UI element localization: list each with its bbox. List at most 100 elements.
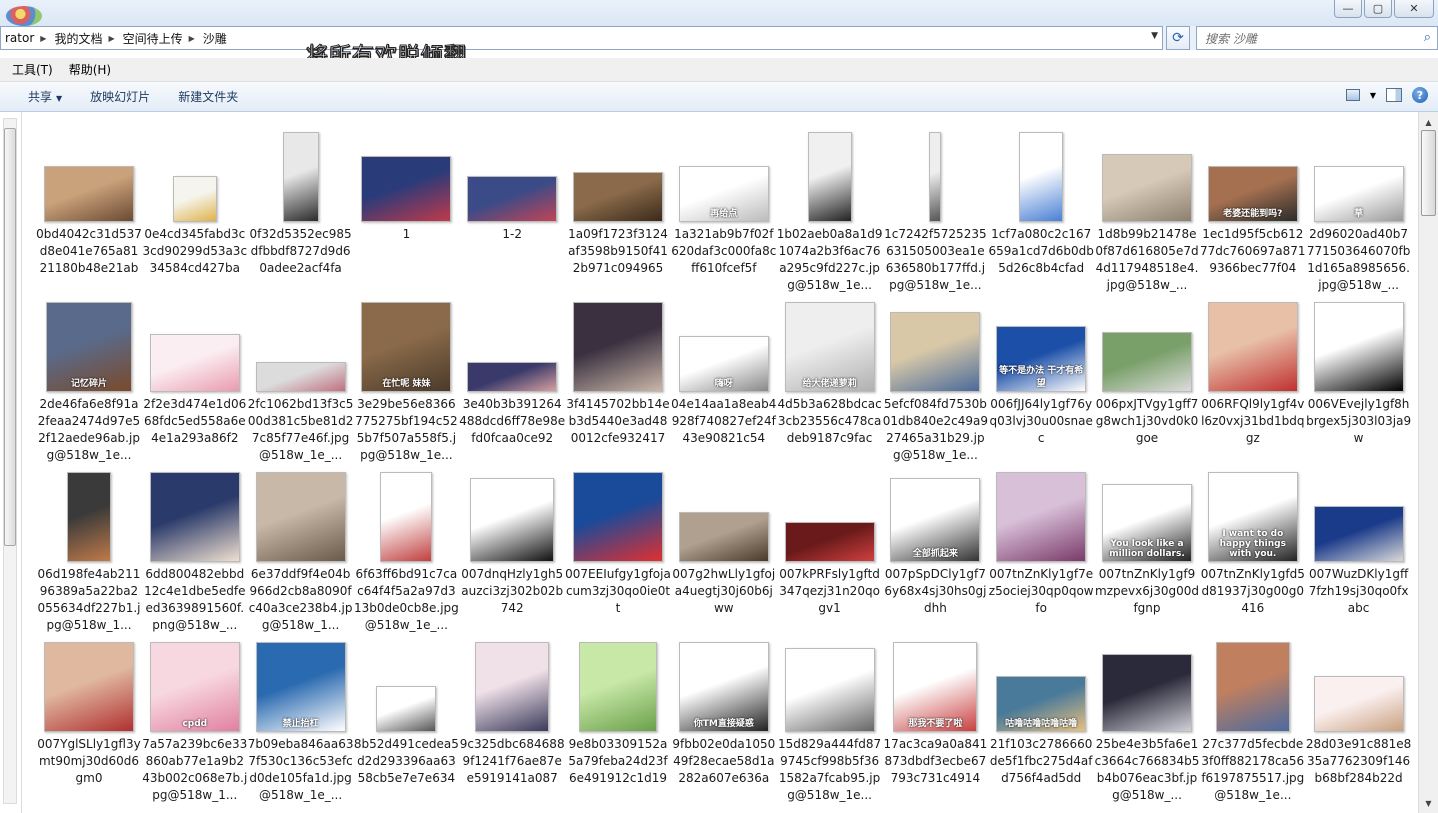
file-thumbnail (282, 132, 319, 222)
address-bar[interactable]: rator ▶ 我的文档 ▶ 空间待上传 ▶ 沙雕 ▼ (0, 26, 1163, 50)
search-input[interactable]: 搜索 沙雕 ⌕ (1196, 26, 1438, 50)
view-controls: ▼ ? (1345, 87, 1428, 103)
command-bar: 共享 ▼ 放映幻灯片 新建文件夹 ▼ ? (0, 82, 1438, 112)
file-thumbnail (573, 302, 663, 392)
scroll-up-icon[interactable]: ▲ (1419, 114, 1438, 130)
close-button[interactable]: ✕ (1394, 0, 1434, 18)
file-name: 007kPRFsly1gftd347qezj31n20qogv1 (779, 567, 880, 615)
file-name: 3f4145702bb14eb3d5440e3ad480012cfe932417 (566, 397, 670, 445)
thumbnail-frame (565, 292, 671, 392)
file-thumbnail (678, 512, 769, 562)
thumbnail-frame: cpdd (142, 632, 248, 732)
menu-tools[interactable]: 工具(T) (12, 61, 53, 78)
minimize-button[interactable]: — (1334, 0, 1362, 18)
file-name: 7b09eba846aa637f530c136c53efcd0de105fa1d… (247, 737, 354, 802)
file-name: 1 (402, 227, 411, 241)
file-name: 17ac3ca9a0a841873dbdf3ecbe67793c731c4914 (883, 737, 988, 785)
file-name: 06d198fe4ab21196389a5a22ba2055634df227b1… (37, 567, 141, 632)
file-name: 007YglSLly1gfl3ymt90mj30d60d6gm0 (37, 737, 141, 785)
file-thumbnail (1102, 154, 1192, 222)
thumbnail-frame (1306, 462, 1412, 562)
thumbnail-frame (1094, 292, 1200, 392)
window-controls: — ▢ ✕ (1334, 0, 1434, 18)
thumbnail-frame (1094, 122, 1200, 222)
thumbnail-frame: 草 (1306, 122, 1412, 222)
slideshow-button[interactable]: 放映幻灯片 (90, 88, 150, 105)
breadcrumb-item[interactable]: 空间待上传 (119, 27, 187, 49)
breadcrumb-arrow-icon[interactable]: ▶ (108, 34, 114, 43)
file-name: 0bd4042c31d537d8e041e765a8121180b48e21ab (36, 227, 142, 275)
breadcrumb-item[interactable]: 我的文档 (50, 27, 106, 49)
thumbnail-frame: 禁止抬杠 (248, 632, 354, 732)
thumbnail-frame (988, 462, 1094, 562)
file-name: 007tnZnKly1gfd5d81937j30g00g0416 (1200, 567, 1305, 615)
thumbnail-frame (353, 462, 459, 562)
thumbnail-caption: 记忆碎片 (70, 379, 107, 389)
file-name: 007pSpDCly1gf76y68x4sj30hs0gjdhh (884, 567, 987, 615)
refresh-button[interactable]: ⟳ (1166, 26, 1190, 50)
thumbnail-frame (1306, 632, 1412, 732)
thumbnail-frame (36, 632, 142, 732)
file-name: 0f32d5352ec985dfbbdf8727d9d60adee2acf4fa (249, 227, 352, 275)
file-name: 007tnZnKly1gf7ez5ociej30qp0qowfo (988, 567, 1094, 615)
vertical-scrollbar[interactable]: ▲ ▼ (1418, 112, 1438, 813)
menu-help[interactable]: 帮助(H) (69, 61, 111, 78)
file-name: 1-2 (502, 227, 522, 241)
thumbnail-frame (882, 292, 988, 392)
file-thumbnail: 那我不要了啦 (893, 642, 978, 732)
file-thumbnail: 等不是办法 干才有希望 (996, 326, 1087, 392)
file-name: 006fJJ64ly1gf76yq03lvj30u00snaec (989, 397, 1093, 445)
file-thumbnail (255, 362, 346, 392)
file-name: 04e14aa1a8eab4928f740827ef24f43e90821c54 (671, 397, 777, 445)
thumbnail-frame (142, 122, 248, 222)
file-thumbnail: 草 (1313, 166, 1404, 222)
file-name: 1a09f1723f3124af3598b9150f412b971c094965 (568, 227, 668, 275)
breadcrumb-item[interactable]: rator (1, 27, 38, 49)
share-button[interactable]: 共享 ▼ (28, 88, 62, 105)
file-name: 9fbb02e0da105049f28ecae58d1a282a607e636a (672, 737, 776, 785)
thumbnail-frame (459, 292, 565, 392)
thumbnail-frame (565, 122, 671, 222)
file-name: 7a57a239bc6e33860ab77e1a9b243b002c068e7b… (142, 737, 248, 802)
thumbnail-frame (353, 632, 459, 732)
file-thumbnail (1215, 642, 1290, 732)
scroll-down-icon[interactable]: ▼ (1419, 795, 1438, 811)
scrollbar-thumb[interactable] (1421, 130, 1436, 216)
nav-scrollbar-thumb[interactable] (4, 128, 16, 546)
file-name: 006pxJTVgy1gff7g8wch1j30vd0k0goe (1095, 397, 1199, 445)
file-name: 9c325dbc6846889f1241f76ae87ee5919141a087 (459, 737, 565, 785)
file-name: 2fc1062bd13f3c500d381c5be81d27c85f77e46f… (247, 397, 354, 462)
file-name: 1a321ab9b7f02f620daf3c000fa8cff610fcef5f (671, 227, 777, 275)
address-dropdown-icon[interactable]: ▼ (1151, 31, 1158, 41)
help-icon[interactable]: ? (1412, 87, 1428, 103)
search-icon[interactable]: ⌕ (1424, 30, 1431, 45)
view-dropdown-icon[interactable]: ▼ (1370, 91, 1376, 100)
new-folder-button[interactable]: 新建文件夹 (178, 88, 238, 105)
thumbnail-caption: 你TM直接疑惑 (693, 719, 754, 729)
breadcrumb-item[interactable]: 沙雕 (199, 27, 231, 49)
file-name: 2d96020ad40b7771503646070fb1d165a8985656… (1306, 227, 1411, 292)
breadcrumb-arrow-icon[interactable]: ▶ (189, 34, 195, 43)
file-thumbnail: 你TM直接疑惑 (678, 642, 769, 732)
thumbnail-frame (671, 462, 777, 562)
file-name: 1ec1d95f5cb61277dc760697a8719366bec77f04 (1200, 227, 1306, 275)
file-thumbnail (475, 642, 550, 732)
file-thumbnail (255, 472, 346, 562)
breadcrumb-arrow-icon[interactable]: ▶ (40, 34, 46, 43)
file-thumbnail (807, 132, 852, 222)
thumbnail-frame (1094, 632, 1200, 732)
maximize-button[interactable]: ▢ (1364, 0, 1392, 18)
file-thumbnail (467, 362, 558, 392)
file-thumbnail (784, 522, 875, 562)
file-name: 8b52d491cedea5d2d293396aa6358cb5e7e7e634 (353, 737, 459, 785)
file-thumbnail (149, 472, 240, 562)
file-thumbnail (44, 642, 134, 732)
file-thumbnail (890, 312, 981, 392)
file-thumbnail (1102, 332, 1192, 392)
change-view-icon[interactable] (1345, 89, 1360, 101)
thumbnail-frame: 老婆还能到吗? (1200, 122, 1306, 222)
preview-pane-icon[interactable] (1386, 88, 1402, 102)
file-name: 007dnqHzly1gh5auzci3zj302b02b742 (461, 567, 564, 615)
thumbnail-frame: You look like a million dollars. (1094, 462, 1200, 562)
thumbnail-frame: I want to do happy things with you. (1200, 462, 1306, 562)
